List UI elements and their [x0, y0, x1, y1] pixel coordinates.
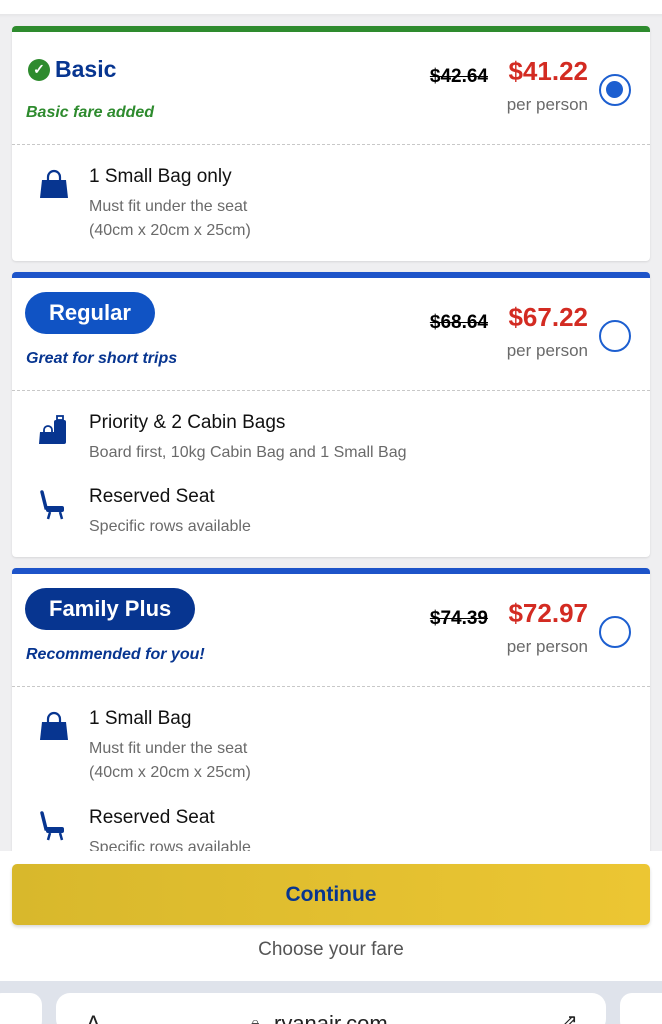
old-price: $42.64: [429, 66, 488, 87]
share-icon[interactable]: ⇗: [561, 1009, 578, 1024]
priority-bags-icon: [36, 414, 72, 448]
fare-card-regular[interactable]: Regular Great for short trips $68.64 $67…: [12, 272, 650, 557]
feature-description: Must fit under the seat (40cm x 20cm x 2…: [89, 195, 251, 243]
fare-radio-basic[interactable]: [599, 74, 631, 106]
per-person-label: per person: [506, 341, 588, 360]
seat-icon: [36, 488, 72, 522]
divider: [12, 686, 650, 687]
old-price: $68.64: [429, 312, 488, 333]
feature-title: 1 Small Bag only: [89, 166, 232, 187]
fare-name-label: Basic: [55, 56, 117, 82]
seat-icon: [36, 809, 72, 843]
fare-radio-regular[interactable]: [599, 320, 631, 352]
divider: [12, 390, 650, 391]
fare-name-pill: Regular: [25, 292, 155, 334]
feature-title: 1 Small Bag: [89, 708, 192, 729]
per-person-label: per person: [506, 95, 588, 114]
feature-description: Specific rows available: [89, 839, 251, 851]
choose-fare-hint: Choose your fare: [258, 939, 404, 960]
small-bag-icon: [36, 168, 72, 202]
new-price: $67.22: [508, 302, 588, 332]
fare-card-basic[interactable]: ✓ Basic Basic fare added $42.64 $41.22 p…: [12, 26, 650, 261]
feature-desc-line1: Must fit under the seat: [89, 740, 248, 757]
feature-description: Specific rows available: [89, 518, 251, 535]
card-accent-bar: [12, 568, 650, 574]
address-bar[interactable]: A 🔒︎ ryanair.com ⇗: [56, 993, 606, 1024]
fare-card-family-plus[interactable]: Family Plus Recommended for you! $74.39 …: [12, 568, 650, 851]
card-accent-bar: [12, 26, 650, 32]
new-price: $41.22: [508, 56, 588, 86]
feature-title: Priority & 2 Cabin Bags: [89, 412, 286, 433]
feature-desc-line1: Must fit under the seat: [89, 198, 248, 215]
lock-icon: 🔒︎: [251, 1015, 260, 1024]
continue-button[interactable]: Continue: [12, 864, 650, 925]
card-accent-bar: [12, 272, 650, 278]
browser-tab-right[interactable]: [620, 993, 662, 1024]
fare-name-pill: Family Plus: [25, 588, 196, 630]
browser-tab-left[interactable]: [0, 993, 42, 1024]
fare-subtitle: Great for short trips: [26, 350, 178, 367]
feature-description: Board first, 10kg Cabin Bag and 1 Small …: [89, 444, 407, 461]
feature-description: Must fit under the seat (40cm x 20cm x 2…: [89, 737, 251, 785]
new-price: $72.97: [508, 598, 588, 628]
feature-title: Reserved Seat: [89, 807, 215, 828]
footer-panel: Continue Choose your fare: [0, 851, 662, 981]
browser-toolbar: A 🔒︎ ryanair.com ⇗: [0, 981, 662, 1024]
text-size-icon[interactable]: A: [86, 1011, 101, 1024]
check-circle-icon: ✓: [28, 58, 50, 81]
fare-name: ✓ Basic: [28, 56, 116, 83]
fare-subtitle: Recommended for you!: [26, 646, 205, 663]
feature-desc-line2: (40cm x 20cm x 25cm): [89, 764, 251, 781]
old-price: $74.39: [429, 608, 488, 629]
fare-list[interactable]: ✓ Basic Basic fare added $42.64 $41.22 p…: [0, 18, 662, 851]
divider: [12, 144, 650, 145]
fare-subtitle: Basic fare added: [26, 104, 155, 121]
feature-desc-line2: (40cm x 20cm x 25cm): [89, 222, 251, 239]
url-text: ryanair.com: [274, 1011, 388, 1024]
per-person-label: per person: [506, 637, 588, 656]
small-bag-icon: [36, 710, 72, 744]
fare-radio-family-plus[interactable]: [599, 616, 631, 648]
feature-title: Reserved Seat: [89, 486, 215, 507]
